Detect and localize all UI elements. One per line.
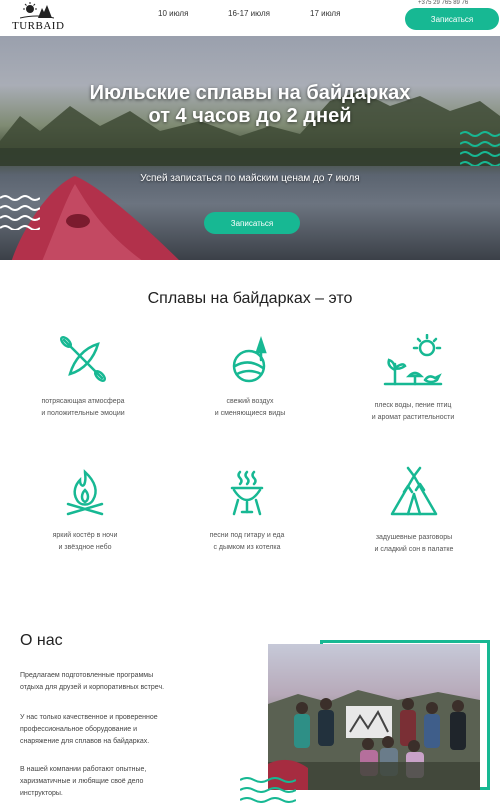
campfire-icon [66, 469, 104, 516]
feature-caption-line-1: плеск воды, пение птиц [374, 402, 452, 409]
about-text-line: У нас только качественное и проверенное [20, 714, 158, 721]
feature-item: плеск воды, пение птиц и аромат растител… [338, 334, 488, 424]
nav-date-3[interactable]: 17 июля [310, 9, 340, 18]
feature-caption-line-2: и звёздное небо [58, 544, 112, 551]
feature-caption-line-1: задушевные разговоры [375, 534, 453, 541]
about-paragraph-1: Предлагаем подготовленные программы отды… [20, 670, 220, 694]
feature-caption-line-2: и аромат растительности [371, 414, 455, 421]
wave-decor-icon [0, 195, 40, 230]
wave-decor-icon [240, 777, 296, 803]
hero-title: Июльские сплавы на байдарках от 4 часов … [0, 82, 500, 128]
about-paragraph-2: У нас только качественное и проверенное … [20, 712, 220, 748]
team-photo-image [268, 690, 480, 790]
logo-sun-icon [20, 2, 54, 19]
hero-subtitle: Успей записаться по майским ценам до 7 и… [140, 173, 360, 184]
hero-signup-button[interactable]: Записаться [204, 212, 300, 234]
feature-caption-line-1: свежий воздух [226, 398, 274, 405]
about-text-line: В нашей компании работают опытные, [20, 766, 147, 773]
feature-caption-line-2: и сменяющиеся виды [214, 410, 286, 417]
site-header: TURBAID 10 июля 16-17 июля 17 июля +375 … [0, 0, 500, 36]
logo-text: TURBAID [12, 20, 65, 32]
wave-decor-icon [460, 131, 500, 166]
features-title: Сплавы на байдарках – это [147, 290, 353, 307]
nav-date-1[interactable]: 10 июля [158, 9, 188, 18]
feature-caption-line-1: яркий костёр в ночи [52, 532, 118, 539]
about-text-line: отдыха для друзей и корпоративных встреч… [20, 684, 165, 691]
header-signup-button[interactable]: Записаться [405, 8, 499, 30]
about-paragraph-3: В нашей компании работают опытные, хариз… [20, 764, 220, 800]
feature-item: потрясающая атмосфера и положительные эм… [8, 334, 158, 420]
team-photo [268, 644, 480, 790]
kayak-paddle-icon [60, 336, 106, 382]
about-title: О нас [20, 632, 63, 649]
feature-caption-line-1: потрясающая атмосфера [41, 398, 125, 405]
feature-item: яркий костёр в ночи и звёздное небо [10, 468, 160, 554]
feature-caption-line-2: с дымком из котелка [213, 544, 281, 551]
nav-date-2[interactable]: 16-17 июля [228, 9, 270, 18]
hero-title-line-1: Июльские сплавы на байдарках [89, 82, 411, 104]
about-text-line: снаряжение для сплавов на байдарках. [20, 738, 150, 745]
hero-title-line-2: от 4 часов до 2 дней [148, 105, 352, 127]
sun-nature-icon [383, 334, 443, 386]
tent-icon [390, 466, 438, 516]
feature-item: задушевные разговоры и сладкий сон в пал… [339, 466, 489, 556]
feature-caption-line-1: песни под гитару и еда [209, 532, 285, 539]
phone-number[interactable]: +375 29 765 89 76 [418, 0, 468, 6]
about-text-line: Предлагаем подготовленные программы [20, 672, 154, 679]
logo[interactable]: TURBAID [12, 2, 65, 34]
grill-icon [230, 470, 264, 516]
hero-section: Июльские сплавы на байдарках от 4 часов … [0, 36, 500, 260]
feature-caption-line-2: и сладкий сон в палатке [374, 546, 454, 553]
feature-item: свежий воздух и сменяющиеся виды [175, 334, 325, 420]
about-text-line: инструкторы. [20, 790, 63, 797]
feature-item: песни под гитару и еда с дымком из котел… [172, 468, 322, 554]
fresh-air-hill-icon [232, 336, 267, 383]
about-text-line: харизматичные и любящие своё дело [20, 778, 144, 785]
about-text-line: профессиональное оборудование и [20, 726, 138, 733]
feature-caption-line-2: и положительные эмоции [41, 410, 125, 417]
